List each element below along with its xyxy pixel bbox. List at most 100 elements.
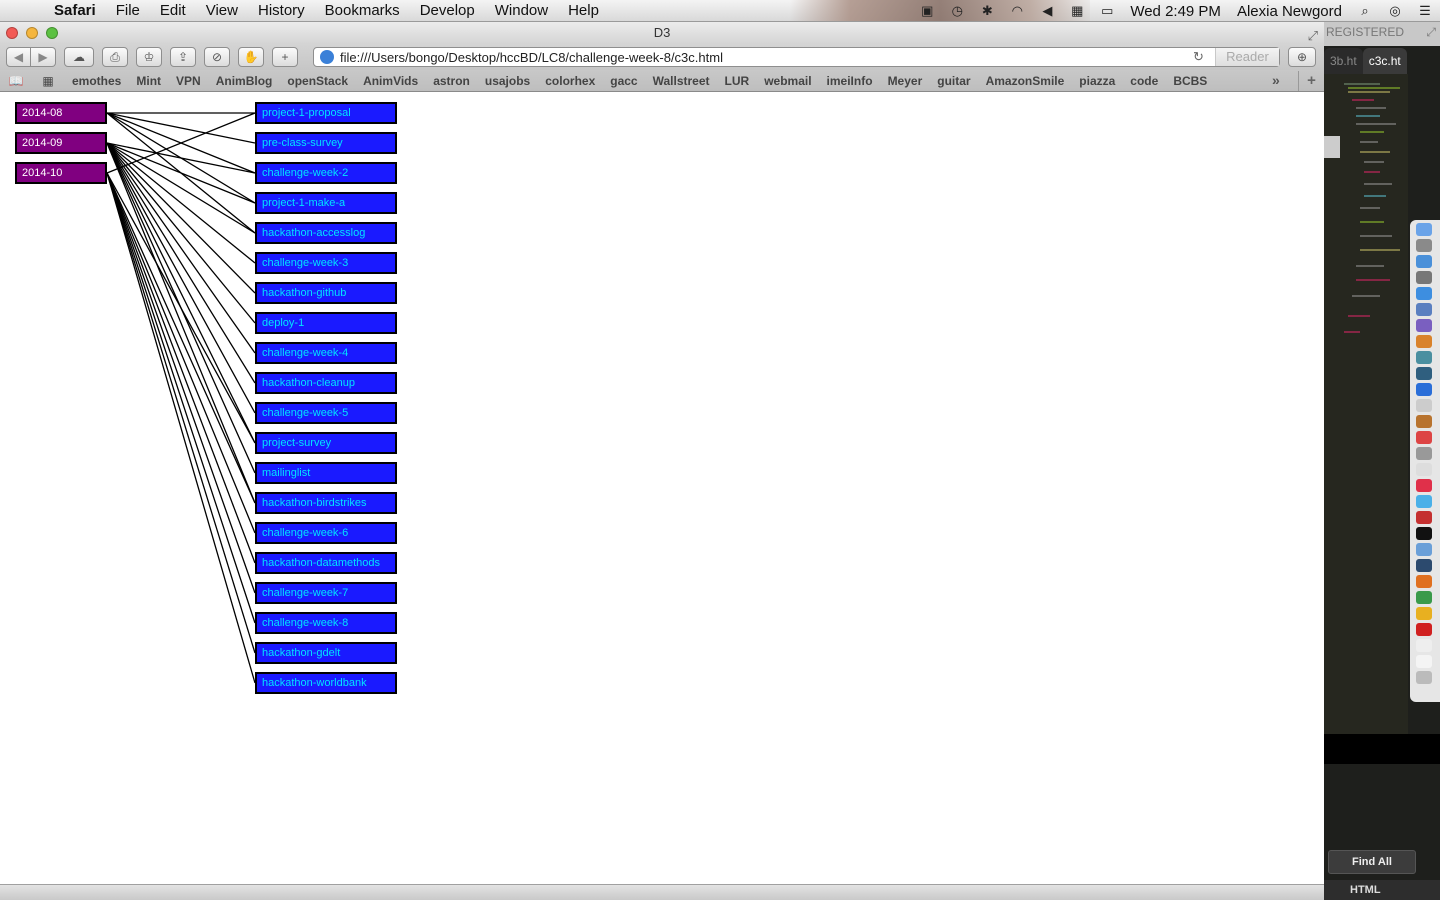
new-tab-button[interactable]: + — [1298, 71, 1324, 91]
bookmark-item[interactable]: piazza — [1079, 74, 1115, 88]
item-node[interactable]: project-1-proposal — [255, 102, 397, 124]
app-icon[interactable] — [1416, 351, 1432, 364]
menu-edit[interactable]: Edit — [160, 2, 186, 19]
item-node[interactable]: challenge-week-6 — [255, 522, 397, 544]
bookmark-item[interactable]: LUR — [725, 74, 750, 88]
item-node[interactable]: pre-class-survey — [255, 132, 397, 154]
bookmark-item[interactable]: usajobs — [485, 74, 530, 88]
evernote-icon[interactable]: ▣ — [918, 3, 936, 19]
bookmark-item[interactable]: BCBS — [1173, 74, 1207, 88]
bookmark-item[interactable]: openStack — [287, 74, 348, 88]
top-sites-grid-icon[interactable]: ▦ — [40, 74, 56, 88]
find-all-button[interactable]: Find All — [1328, 850, 1416, 874]
app-icon[interactable] — [1416, 399, 1432, 412]
bookmark-item[interactable]: emothes — [72, 74, 121, 88]
month-node[interactable]: 2014-10 — [15, 162, 107, 184]
calendar-icon[interactable] — [1416, 431, 1432, 444]
bookmark-item[interactable]: astron — [433, 74, 470, 88]
bookmark-item[interactable]: VPN — [176, 74, 201, 88]
volume-icon[interactable]: ◀ — [1038, 3, 1056, 19]
bookmark-item[interactable]: webmail — [764, 74, 811, 88]
print-button[interactable]: ⎙ — [102, 47, 128, 67]
bluetooth-icon[interactable]: ✱ — [978, 3, 996, 19]
app-icon[interactable] — [1416, 511, 1432, 524]
safari-icon[interactable] — [1416, 255, 1432, 268]
bookmark-item[interactable]: Meyer — [888, 74, 923, 88]
itunes-icon[interactable] — [1416, 479, 1432, 492]
menu-safari[interactable]: Safari — [54, 2, 96, 19]
item-node[interactable]: challenge-week-4 — [255, 342, 397, 364]
more-bookmarks-icon[interactable]: » — [1272, 72, 1280, 88]
app-icon[interactable] — [1416, 335, 1432, 348]
minimize-window-button[interactable] — [26, 27, 38, 39]
wifi-icon[interactable]: ◠ — [1008, 3, 1026, 19]
firefox-icon[interactable] — [1416, 575, 1432, 588]
item-node[interactable]: challenge-week-8 — [255, 612, 397, 634]
item-node[interactable]: deploy-1 — [255, 312, 397, 334]
item-node[interactable]: hackathon-worldbank — [255, 672, 397, 694]
editor-tab[interactable]: 3b.ht — [1324, 48, 1363, 74]
bookmark-item[interactable]: AnimBlog — [216, 74, 273, 88]
time-machine-icon[interactable]: ◷ — [948, 3, 966, 19]
close-window-button[interactable] — [6, 27, 18, 39]
item-node[interactable]: project-survey — [255, 432, 397, 454]
app-icon[interactable] — [1416, 591, 1432, 604]
reader-button[interactable]: Reader — [1215, 48, 1279, 66]
calendar-icon[interactable]: ▦ — [1068, 3, 1086, 19]
finder-icon[interactable] — [1416, 223, 1432, 236]
menu-bookmarks[interactable]: Bookmarks — [325, 2, 400, 19]
app-store-icon[interactable] — [1416, 287, 1432, 300]
back-button[interactable]: ◀ — [6, 47, 31, 67]
bookmark-item[interactable]: Mint — [136, 74, 161, 88]
bookmark-item[interactable]: Wallstreet — [653, 74, 710, 88]
forward-button[interactable]: ▶ — [31, 47, 56, 67]
share-button[interactable]: ⇪ — [170, 47, 196, 67]
battery-icon[interactable]: ▭ — [1098, 3, 1116, 19]
terminal-icon[interactable] — [1416, 527, 1432, 540]
app-icon[interactable] — [1416, 447, 1432, 460]
menu-window[interactable]: Window — [495, 2, 548, 19]
item-node[interactable]: challenge-week-2 — [255, 162, 397, 184]
editor-tab-active[interactable]: c3c.ht — [1362, 48, 1407, 74]
item-node[interactable]: hackathon-github — [255, 282, 397, 304]
item-node[interactable]: challenge-week-7 — [255, 582, 397, 604]
month-node[interactable]: 2014-09 — [15, 132, 107, 154]
menu-view[interactable]: View — [206, 2, 238, 19]
code-area[interactable] — [1324, 74, 1408, 734]
add-bookmark-button[interactable]: + — [272, 47, 298, 67]
item-node[interactable]: challenge-week-3 — [255, 252, 397, 274]
menu-clock[interactable]: Wed 2:49 PM — [1130, 3, 1221, 20]
item-node[interactable]: hackathon-birdstrikes — [255, 492, 397, 514]
expand-icon[interactable]: ⤢ — [1426, 22, 1436, 42]
app-icon[interactable] — [1416, 623, 1432, 636]
menu-help[interactable]: Help — [568, 2, 599, 19]
chrome-icon[interactable] — [1416, 607, 1432, 620]
item-node[interactable]: hackathon-accesslog — [255, 222, 397, 244]
app-icon[interactable] — [1416, 303, 1432, 316]
address-bar[interactable]: file:///Users/bongo/Desktop/hccBD/LC8/ch… — [313, 47, 1280, 67]
menu-user[interactable]: Alexia Newgord — [1237, 3, 1342, 20]
bookmark-item[interactable]: AmazonSmile — [986, 74, 1065, 88]
notification-center-icon[interactable]: ☰ — [1416, 3, 1434, 19]
app-icon[interactable] — [1416, 639, 1432, 652]
month-node[interactable]: 2014-08 — [15, 102, 107, 124]
bookmark-item[interactable]: gacc — [610, 74, 637, 88]
app-icon[interactable] — [1416, 415, 1432, 428]
zoom-window-button[interactable] — [46, 27, 58, 39]
bookmark-item[interactable]: code — [1130, 74, 1158, 88]
item-node[interactable]: project-1-make-a — [255, 192, 397, 214]
app-icon[interactable] — [1416, 271, 1432, 284]
documents-stack-icon[interactable] — [1416, 655, 1432, 668]
bookmark-item[interactable]: guitar — [937, 74, 970, 88]
reading-list-icon[interactable]: 📖 — [8, 74, 24, 88]
spotlight-search-icon[interactable]: ⌕ — [1356, 3, 1374, 19]
code-minimap[interactable] — [1340, 80, 1410, 360]
bookmark-item[interactable]: colorhex — [545, 74, 595, 88]
item-node[interactable]: hackathon-datamethods — [255, 552, 397, 574]
app-icon[interactable] — [1416, 495, 1432, 508]
menu-history[interactable]: History — [258, 2, 305, 19]
app-icon[interactable] — [1416, 463, 1432, 476]
reload-icon[interactable]: ↻ — [1193, 49, 1209, 65]
item-node[interactable]: challenge-week-5 — [255, 402, 397, 424]
top-sites-button[interactable]: ♔ — [136, 47, 162, 67]
